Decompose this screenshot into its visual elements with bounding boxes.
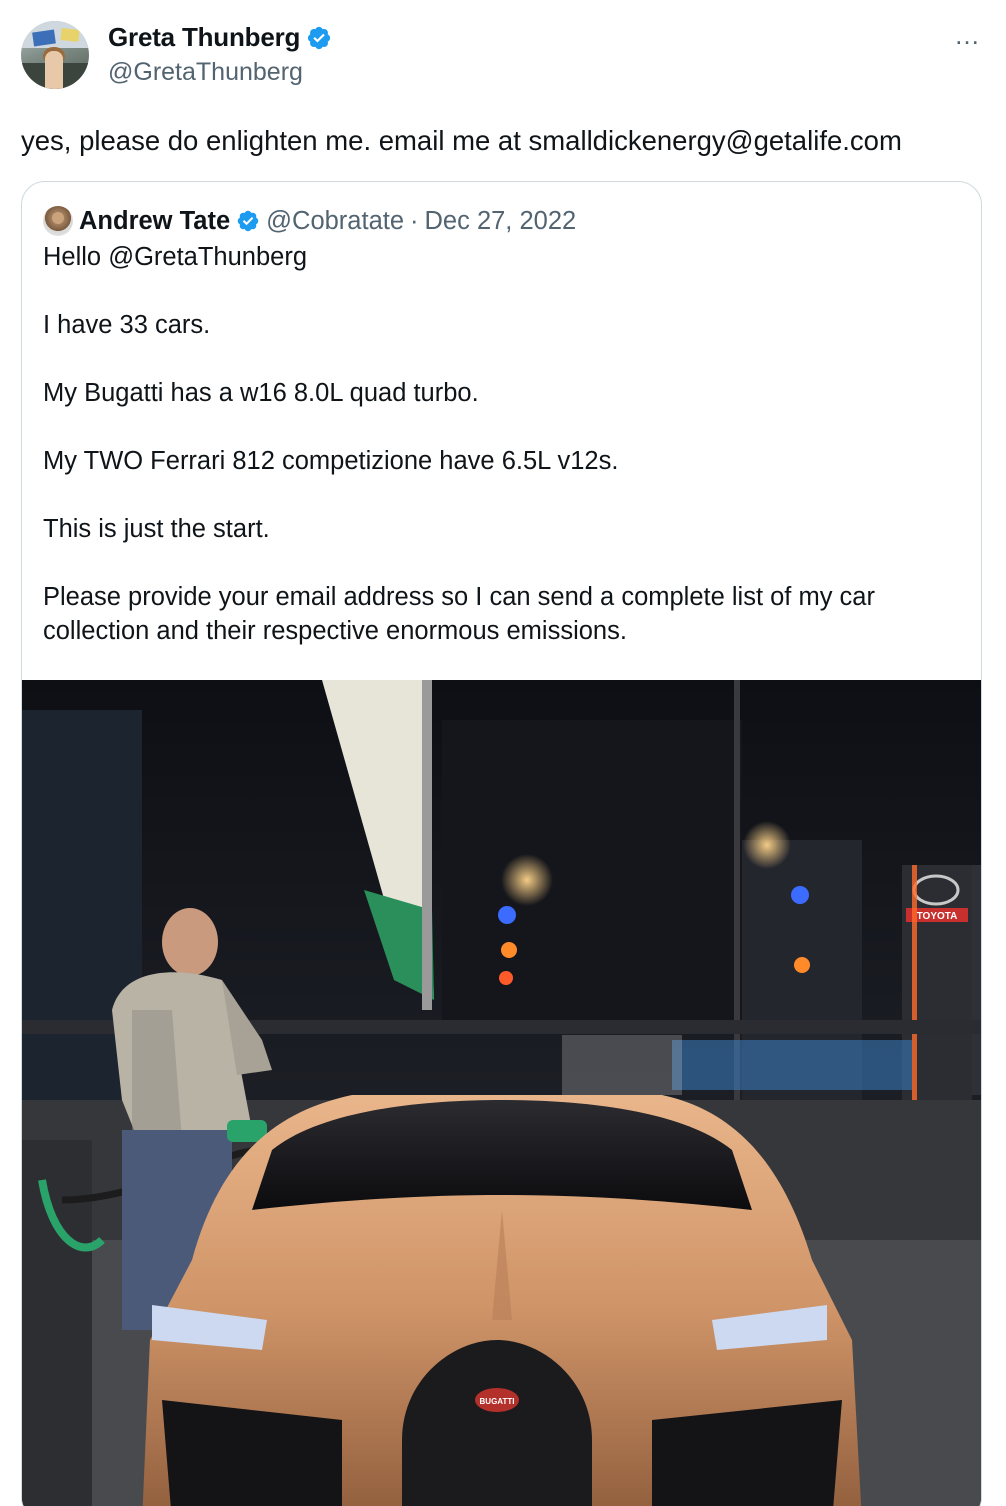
quoted-author-avatar[interactable]: [43, 206, 73, 236]
author-avatar[interactable]: [21, 21, 89, 89]
toyota-sign-text: TOYOTA: [917, 911, 958, 922]
quoted-tweet[interactable]: Andrew Tate @Cobratate · Dec 27, 2022 He…: [21, 181, 982, 1506]
bugatti-badge-text: BUGATTI: [480, 1397, 515, 1406]
author-handle[interactable]: @GretaThunberg: [108, 58, 303, 87]
quoted-tweet-header: Andrew Tate @Cobratate · Dec 27, 2022: [43, 206, 576, 236]
quoted-author-handle[interactable]: @Cobratate: [266, 207, 404, 236]
quoted-paragraph: I have 33 cars.: [43, 311, 211, 339]
quoted-tweet-date[interactable]: Dec 27, 2022: [425, 207, 577, 236]
quoted-paragraph: My Bugatti has a w16 8.0L quad turbo.: [43, 379, 479, 407]
attached-photo[interactable]: TOYOTA BUGATTI: [22, 680, 981, 1506]
car-photo-illustration: TOYOTA BUGATTI: [22, 680, 981, 1506]
quoted-tweet-text: Hello @GretaThunberg I have 33 cars. My …: [43, 240, 963, 648]
quoted-paragraph: This is just the start.: [43, 515, 270, 543]
quoted-author-name[interactable]: Andrew Tate: [79, 207, 230, 236]
tweet-card: Greta Thunberg @GretaThunberg … yes, ple…: [0, 0, 1006, 1506]
more-options-icon[interactable]: …: [954, 22, 982, 48]
quoted-paragraph: Hello @GretaThunberg: [43, 243, 308, 271]
verified-badge-icon: [308, 26, 331, 49]
author-display-name[interactable]: Greta Thunberg: [108, 22, 300, 53]
tweet-text: yes, please do enlighten me. email me at…: [21, 125, 902, 156]
meta-separator: ·: [410, 206, 419, 235]
author-name-row: Greta Thunberg: [108, 22, 332, 53]
verified-badge-icon: [237, 210, 259, 232]
quoted-paragraph: Please provide your email address so I c…: [43, 583, 875, 645]
quoted-paragraph: My TWO Ferrari 812 competizione have 6.5…: [43, 447, 619, 475]
